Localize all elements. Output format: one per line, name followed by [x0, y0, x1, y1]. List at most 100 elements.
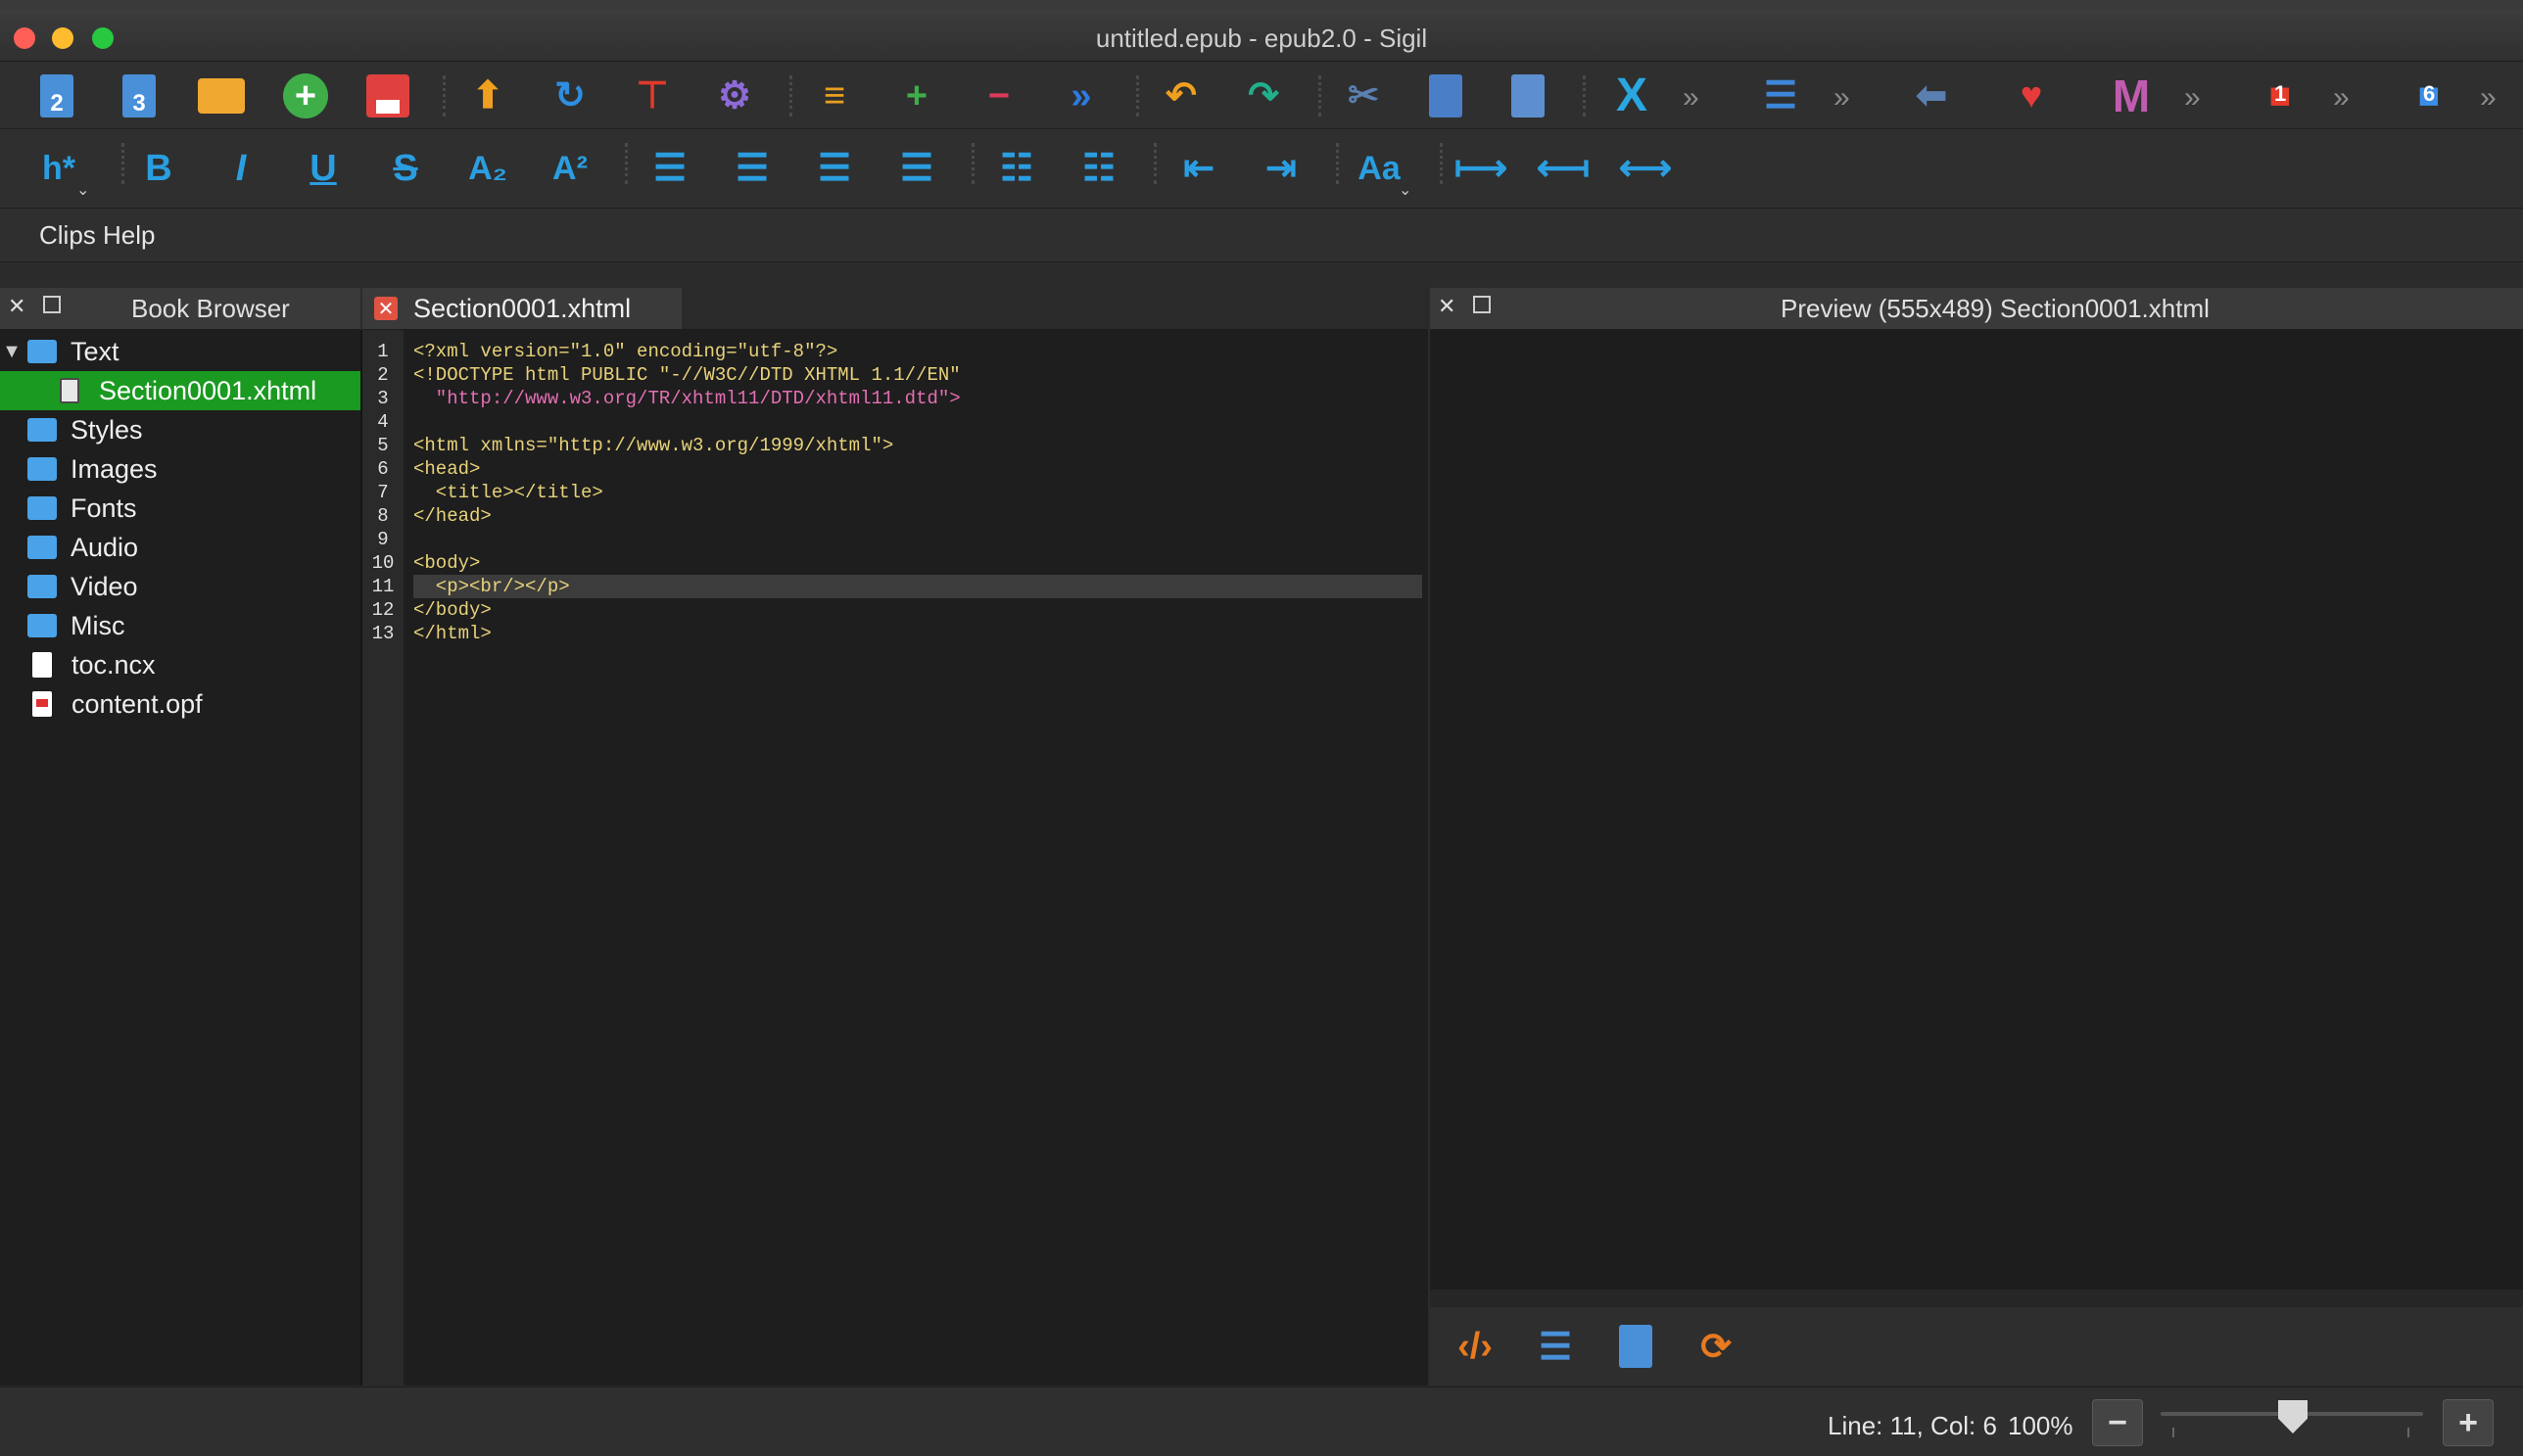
upload-arrow-icon[interactable]: ⬆ [460, 71, 515, 120]
tree-file-toc[interactable]: toc.ncx [0, 645, 360, 684]
paste-icon[interactable] [1500, 71, 1555, 120]
cut-icon[interactable]: ✂ [1336, 71, 1391, 120]
new-epub2-icon[interactable]: 2 [29, 71, 84, 120]
align-right-icon[interactable]: ☰ [807, 143, 862, 194]
bold-button[interactable]: B [131, 143, 186, 194]
add-file-icon[interactable]: + [278, 71, 333, 120]
tree-file-content-opf[interactable]: content.opf [0, 684, 360, 724]
clips-help-label[interactable]: Clips Help [39, 220, 156, 251]
code-line[interactable]: <body> [413, 551, 480, 575]
disclosure-triangle-icon[interactable]: ▼ [0, 341, 24, 363]
code-line[interactable]: <!DOCTYPE html PUBLIC "-//W3C//DTD XHTML… [413, 363, 961, 387]
tree-file-section0001[interactable]: Section0001.xhtml [0, 371, 360, 410]
code-line[interactable]: </body> [413, 598, 492, 622]
open-folder-shape [198, 78, 245, 114]
split-icon[interactable]: ☰ [1753, 71, 1808, 120]
redo-icon[interactable]: ↷ [1236, 71, 1291, 120]
os-top-strip [0, 0, 2523, 10]
toolbar-separator [1136, 75, 1142, 117]
overflow-chevron-icon[interactable]: » [1683, 81, 1699, 115]
overflow-chevron-icon[interactable]: » [2184, 81, 2201, 115]
close-tab-icon[interactable]: ✕ [374, 297, 398, 320]
insert-file-icon[interactable]: ⊤ [625, 71, 680, 120]
line-number: 3 [377, 388, 389, 409]
remove-icon[interactable]: − [972, 71, 1026, 120]
insert-id-icon[interactable]: ⟼ [1453, 143, 1508, 194]
tree-folder-images[interactable]: Images [0, 449, 360, 489]
copy-icon[interactable] [1418, 71, 1473, 120]
slider-tick [2407, 1428, 2409, 1437]
puzzle-red-icon[interactable]: ■ 1 [2253, 71, 2308, 120]
tree-folder-fonts[interactable]: Fonts [0, 489, 360, 528]
undo-icon[interactable]: ↶ [1154, 71, 1209, 120]
select-all-icon[interactable]: ☰ [1528, 1319, 1583, 1374]
italic-button[interactable]: I [214, 143, 268, 194]
code-line-active[interactable]: <p><br/></p> [413, 575, 1422, 598]
toolbar-separator [789, 75, 795, 117]
close-icon[interactable]: ✕ [1438, 294, 1455, 319]
tree-folder-misc[interactable]: Misc [0, 606, 360, 645]
code-editor[interactable]: 1 2 3 4 5 6 7 8 9 10 11 12 13 <?xml vers… [362, 330, 1428, 1386]
refresh-preview-icon[interactable]: ⟳ [1689, 1319, 1743, 1374]
tree-folder-text[interactable]: ▼ Text [0, 332, 360, 371]
back-arrow-icon[interactable]: ⬅ [1904, 71, 1959, 120]
align-left-icon[interactable]: ☰ [643, 143, 697, 194]
reload-icon[interactable]: ↻ [543, 71, 597, 120]
clips-toolbar: Clips Help [0, 209, 2523, 262]
copy-preview-icon[interactable] [1608, 1319, 1663, 1374]
tree-item-label: Images [71, 453, 158, 484]
toolbar-separator [625, 143, 631, 184]
tab-section0001[interactable]: ✕ Section0001.xhtml [362, 288, 682, 329]
line-number: 4 [377, 411, 389, 433]
link-in-icon[interactable]: ⟻ [1536, 143, 1591, 194]
heart-icon[interactable]: ♥ [2004, 71, 2059, 120]
overflow-chevron-icon[interactable]: » [2480, 81, 2497, 115]
tree-folder-video[interactable]: Video [0, 567, 360, 606]
code-view-icon[interactable]: ‹/› [1448, 1319, 1502, 1374]
code-line[interactable]: <title></title> [413, 481, 603, 504]
save-icon[interactable] [360, 71, 415, 120]
tree-folder-styles[interactable]: Styles [0, 410, 360, 449]
code-line[interactable]: <head> [413, 457, 480, 481]
code-line[interactable]: "http://www.w3.org/TR/xhtml11/DTD/xhtml1… [413, 387, 961, 410]
preview-horizontal-scrollbar[interactable] [1430, 1290, 2523, 1307]
overflow-chevron-icon[interactable]: » [2333, 81, 2350, 115]
bullet-list-icon[interactable]: ☷ [989, 143, 1044, 194]
close-icon[interactable]: ✕ [8, 294, 25, 319]
tree-item-label: Audio [71, 532, 139, 562]
line-number: 11 [371, 576, 395, 597]
save-shape [366, 74, 409, 117]
strikethrough-button[interactable]: S [378, 143, 433, 194]
align-center-icon[interactable]: ☰ [725, 143, 780, 194]
float-panel-icon[interactable] [1473, 296, 1491, 313]
link-both-icon[interactable]: ⟷ [1618, 143, 1673, 194]
numbered-list-icon[interactable]: ☷ [1071, 143, 1126, 194]
float-panel-icon[interactable] [43, 296, 61, 313]
outdent-icon[interactable]: ⇤ [1171, 143, 1226, 194]
underline-button[interactable]: U [296, 143, 351, 194]
settings-gear-icon[interactable]: ⚙ [707, 71, 762, 120]
code-line[interactable]: </head> [413, 504, 492, 528]
main-toolbar: 2 3 + ⬆ ↻ ⊤ ⚙ ≡ + − » ↶ ↷ ✂ X » ☰ » ⬅ ♥ … [0, 62, 2523, 129]
code-line[interactable]: <html xmlns="http://www.w3.org/1999/xhtm… [413, 434, 893, 457]
open-folder-icon[interactable] [194, 71, 249, 120]
overflow-chevron-icon[interactable]: » [1833, 81, 1850, 115]
forward-icon[interactable]: » [1054, 71, 1109, 120]
align-justify-icon[interactable]: ☰ [889, 143, 944, 194]
merge-icon[interactable]: ≡ [807, 71, 862, 120]
code-line[interactable]: </html> [413, 622, 492, 645]
indent-icon[interactable]: ⇥ [1254, 143, 1309, 194]
zoom-in-button[interactable]: + [2443, 1399, 2494, 1446]
new-epub3-icon[interactable]: 3 [112, 71, 167, 120]
puzzle-blue-icon[interactable]: ■ 6 [2402, 71, 2456, 120]
preview-pane[interactable] [1430, 330, 2523, 1290]
slider-tick [2172, 1428, 2174, 1437]
x-plugin-icon[interactable]: X [1604, 71, 1659, 120]
zoom-out-button[interactable]: − [2092, 1399, 2143, 1446]
subscript-button[interactable]: A₂ [460, 143, 515, 194]
superscript-button[interactable]: A² [543, 143, 597, 194]
add-toc-icon[interactable]: + [889, 71, 944, 120]
m-plugin-icon[interactable]: M [2104, 71, 2159, 120]
tree-folder-audio[interactable]: Audio [0, 528, 360, 567]
code-line[interactable]: <?xml version="1.0" encoding="utf-8"?> [413, 340, 837, 363]
